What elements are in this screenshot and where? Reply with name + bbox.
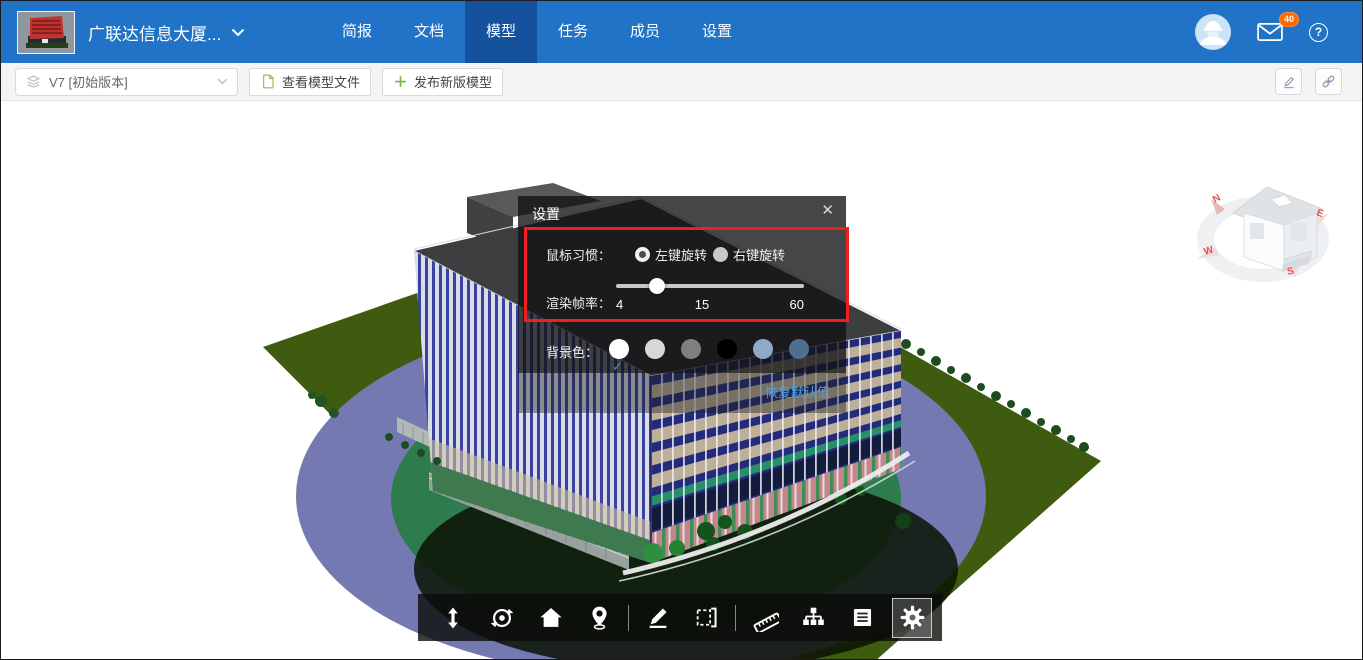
color-swatch-lightgray[interactable]: ✓ xyxy=(645,339,665,359)
color-swatch-darkblue[interactable]: ✓ xyxy=(789,339,809,359)
app-window: 广联达信息大厦... 简报 文档 模型 任务 成员 设置 xyxy=(0,0,1363,660)
location-tool-button[interactable] xyxy=(575,594,624,641)
radio-right-rotate[interactable] xyxy=(713,247,728,262)
dialog-title: 设置 xyxy=(532,204,560,224)
radio-left-rotate[interactable] xyxy=(635,247,650,262)
close-icon[interactable]: ✕ xyxy=(821,201,834,219)
worker-avatar-icon xyxy=(1195,14,1231,50)
toolbar-divider xyxy=(628,605,629,631)
background-color-swatches: ✓ ✓ ✓ ✓ ✓ ✓ xyxy=(609,339,809,359)
slider-handle[interactable] xyxy=(649,278,665,294)
project-thumbnail[interactable] xyxy=(17,11,75,54)
framerate-slider[interactable] xyxy=(616,284,804,288)
link-icon xyxy=(1320,73,1337,90)
project-title: 广联达信息大厦... xyxy=(88,20,221,45)
list-form-icon xyxy=(850,605,875,630)
updown-arrow-icon xyxy=(441,606,465,630)
view-model-files-label: 查看模型文件 xyxy=(282,72,360,91)
tab-briefing[interactable]: 简报 xyxy=(321,1,393,63)
publish-new-version-button[interactable]: 发布新版模型 xyxy=(382,68,503,96)
settings-dialog-body: 设置 ✕ 鼠标习惯： 左键旋转 右键旋转 渲染帧率： 4 15 60 xyxy=(518,196,846,373)
check-icon: ✓ xyxy=(612,359,623,375)
properties-list-button[interactable] xyxy=(838,594,887,641)
view-cube[interactable]: W E S N xyxy=(1189,151,1339,301)
location-pin-icon xyxy=(587,605,612,630)
color-swatch-black[interactable]: ✓ xyxy=(717,339,737,359)
edit-button[interactable] xyxy=(1275,68,1302,95)
plus-icon xyxy=(393,74,408,89)
document-icon xyxy=(260,73,276,90)
view-model-files-button[interactable]: 查看模型文件 xyxy=(249,68,371,96)
tab-documents[interactable]: 文档 xyxy=(393,1,465,63)
measure-tool-button[interactable] xyxy=(740,594,789,641)
tab-members[interactable]: 成员 xyxy=(609,1,681,63)
elevation-tool-button[interactable] xyxy=(428,594,477,641)
radio-right-rotate-label[interactable]: 右键旋转 xyxy=(733,245,785,264)
home-icon xyxy=(538,605,564,631)
radio-left-rotate-label[interactable]: 左键旋转 xyxy=(655,245,707,264)
toolbar-divider xyxy=(735,605,736,631)
model-viewport[interactable]: W E S N xyxy=(1,101,1362,660)
hierarchy-tree-icon xyxy=(801,605,826,630)
publish-new-version-label: 发布新版模型 xyxy=(414,72,492,91)
tab-tasks[interactable]: 任务 xyxy=(537,1,609,63)
model-tree-button[interactable] xyxy=(789,594,838,641)
gear-icon xyxy=(899,604,926,631)
version-selector[interactable]: V7 [初始版本] xyxy=(15,68,238,96)
title-bar: 广联达信息大厦... 简报 文档 模型 任务 成员 设置 xyxy=(1,1,1362,63)
tick-mid: 15 xyxy=(695,297,709,312)
ruler-icon xyxy=(751,604,779,632)
avatar[interactable] xyxy=(1195,14,1231,50)
settings-tool-button[interactable] xyxy=(892,598,932,638)
pencil-icon xyxy=(645,605,670,630)
messages-button[interactable]: 40 xyxy=(1257,22,1283,47)
project-thumbnail-image xyxy=(18,12,74,53)
tick-max: 60 xyxy=(790,297,804,312)
unread-badge: 40 xyxy=(1279,12,1299,27)
settings-dialog: 设置 ✕ 鼠标习惯： 左键旋转 右键旋转 渲染帧率： 4 15 60 xyxy=(518,196,846,413)
tree xyxy=(895,513,911,529)
header-actions: 40 ? xyxy=(1195,14,1328,50)
mouse-habit-row: 鼠标习惯： 左键旋转 右键旋转 xyxy=(546,245,785,264)
color-swatch-white[interactable]: ✓ xyxy=(609,339,629,359)
section-box-icon xyxy=(694,605,719,630)
tab-model[interactable]: 模型 xyxy=(465,1,537,63)
framerate-label: 渲染帧率： xyxy=(546,293,611,312)
envelope-icon xyxy=(1257,22,1283,42)
chevron-down-icon[interactable] xyxy=(231,28,245,37)
tick-min: 4 xyxy=(616,297,623,312)
chevron-down-icon xyxy=(217,78,228,85)
version-selector-value: V7 [初始版本] xyxy=(49,72,128,91)
background-color-label: 背景色： xyxy=(546,342,598,361)
home-view-button[interactable] xyxy=(526,594,575,641)
help-button[interactable]: ? xyxy=(1309,23,1328,42)
main-tabs: 简报 文档 模型 任务 成员 设置 xyxy=(321,1,753,63)
tab-settings[interactable]: 设置 xyxy=(681,1,753,63)
draw-tool-button[interactable] xyxy=(633,594,682,641)
help-glyph: ? xyxy=(1315,25,1322,39)
model-toolbar: V7 [初始版本] 查看模型文件 发布新版模型 xyxy=(1,63,1362,101)
model-toolbar-actions xyxy=(1275,68,1342,95)
mouse-habit-label: 鼠标习惯： xyxy=(546,245,611,264)
color-swatch-steelblue[interactable]: ✓ xyxy=(753,339,773,359)
framerate-ticks: 4 15 60 xyxy=(616,297,804,312)
share-link-button[interactable] xyxy=(1315,68,1342,95)
viewer-toolbar xyxy=(418,594,942,641)
reset-defaults-link[interactable]: 恢复默认值 xyxy=(765,385,830,400)
color-swatch-gray[interactable]: ✓ xyxy=(681,339,701,359)
orbit-icon xyxy=(489,605,515,631)
section-box-tool-button[interactable] xyxy=(682,594,731,641)
orbit-tool-button[interactable] xyxy=(477,594,526,641)
layers-icon xyxy=(25,73,42,90)
settings-dialog-footer: 恢复默认值 xyxy=(518,373,846,413)
pencil-icon xyxy=(1281,74,1297,90)
